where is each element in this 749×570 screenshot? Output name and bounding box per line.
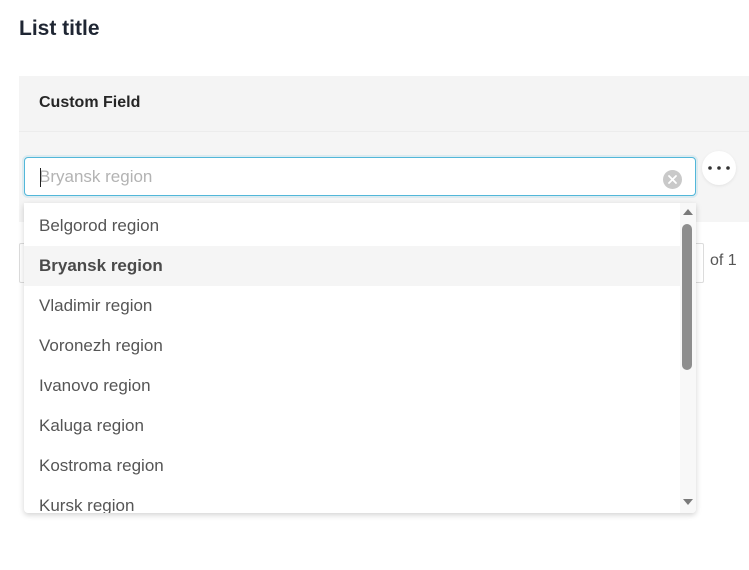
triangle-up-icon[interactable] xyxy=(680,205,696,219)
list-item[interactable]: Belgorod region xyxy=(24,206,680,246)
custom-field-panel: Custom Field xyxy=(19,76,749,222)
list-item[interactable]: Kursk region xyxy=(24,486,680,513)
triangle-down-icon[interactable] xyxy=(680,495,696,509)
list-item[interactable]: Kaluga region xyxy=(24,406,680,446)
list-item[interactable]: Vladimir region xyxy=(24,286,680,326)
panel-header: Custom Field xyxy=(19,76,749,132)
more-options-button[interactable] xyxy=(702,151,736,185)
region-search-field[interactable] xyxy=(24,157,696,196)
region-option-list: Belgorod region Bryansk region Vladimir … xyxy=(24,206,680,513)
scrollbar-thumb[interactable] xyxy=(682,224,692,370)
dropdown-scrollbar[interactable] xyxy=(680,203,696,513)
region-dropdown: Belgorod region Bryansk region Vladimir … xyxy=(24,203,696,513)
region-search-input[interactable] xyxy=(39,158,649,195)
list-item[interactable]: Ivanovo region xyxy=(24,366,680,406)
page-title: List title xyxy=(19,17,100,40)
list-item-selected[interactable]: Bryansk region xyxy=(24,246,680,286)
list-item[interactable]: Voronezh region xyxy=(24,326,680,366)
pager-total-label: of 1 xyxy=(710,252,737,269)
more-horizontal-icon xyxy=(708,166,730,170)
list-item[interactable]: Kostroma region xyxy=(24,446,680,486)
panel-header-label: Custom Field xyxy=(39,94,141,111)
clear-icon[interactable] xyxy=(663,170,682,189)
text-caret xyxy=(40,168,41,187)
